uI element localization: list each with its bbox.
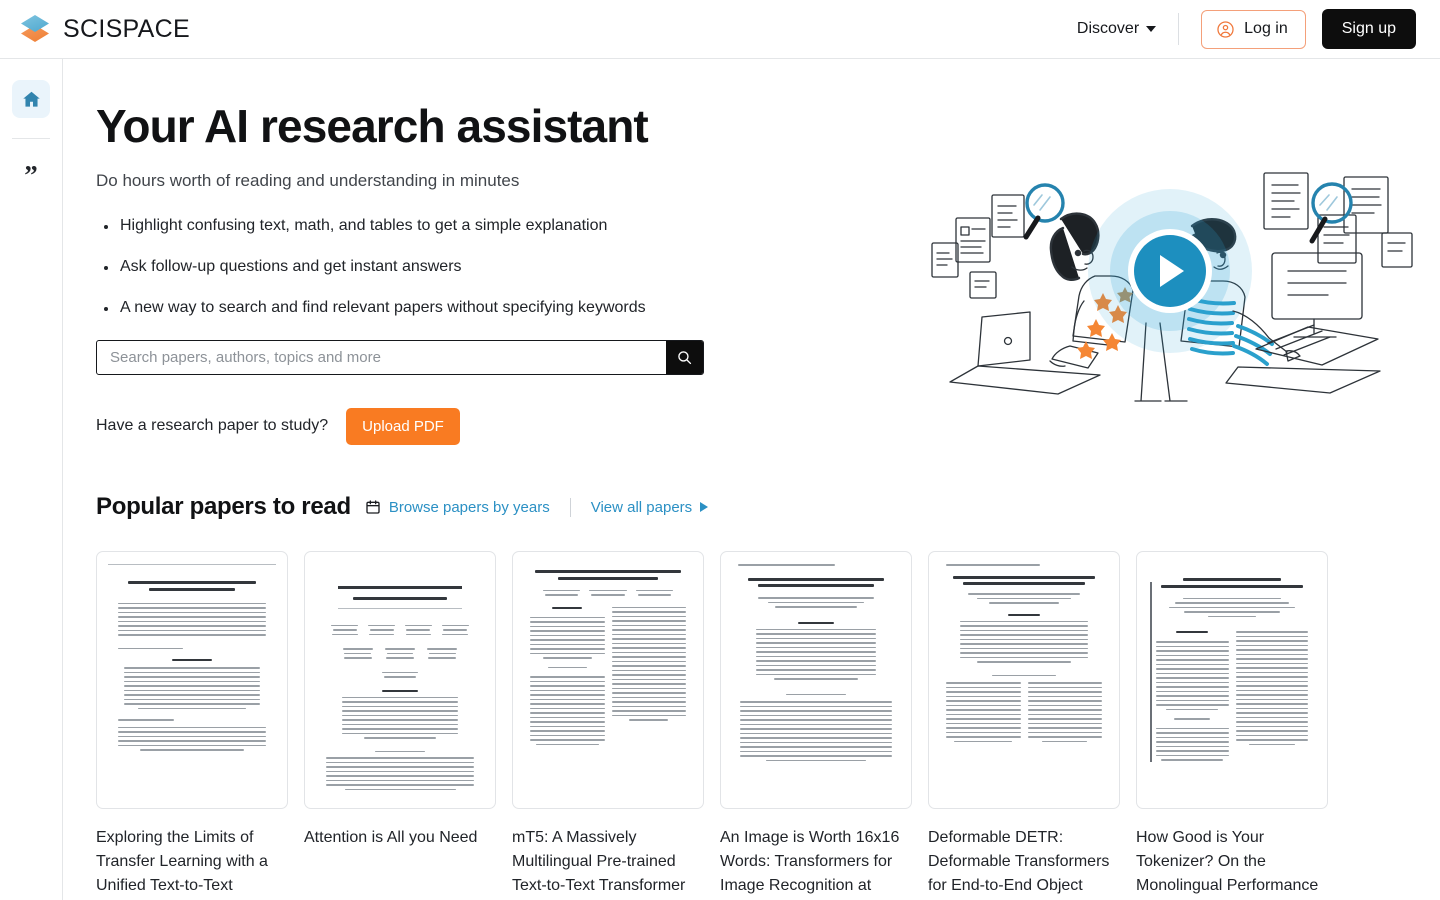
view-all-papers-label: View all papers: [590, 498, 693, 516]
paper-thumbnail: [1136, 551, 1328, 809]
header-divider: [1178, 13, 1180, 45]
sidebar-divider: [12, 138, 50, 139]
paper-title: Exploring the Limits of Transfer Learnin…: [96, 829, 268, 894]
upload-pdf-button[interactable]: Upload PDF: [346, 407, 460, 445]
brand-name: SCISPACE: [63, 14, 190, 43]
main-content: Your AI research assistant Do hours wort…: [64, 59, 1440, 900]
research-assistant-illustration[interactable]: [920, 171, 1420, 406]
page-title: Your AI research assistant: [96, 100, 649, 152]
search-icon: [678, 350, 692, 364]
paper-title: Deformable DETR: Deformable Transformers…: [928, 829, 1110, 894]
paper-title: How Good is Your Tokenizer? On the Monol…: [1136, 829, 1319, 894]
quote-icon: ”: [24, 159, 38, 190]
popular-header-divider: [569, 497, 571, 517]
paper-card[interactable]: mT5: A Massively Multilingual Pre-traine…: [512, 551, 704, 898]
search-bar: [96, 339, 704, 375]
calendar-icon: [366, 500, 380, 514]
view-all-papers-link[interactable]: View all papers: [590, 498, 709, 516]
header-actions: Discover Log in Sign up: [1077, 9, 1416, 49]
sidebar-item-home[interactable]: [12, 80, 50, 118]
upload-question: Have a research paper to study?: [96, 417, 329, 435]
login-label: Log in: [1244, 20, 1288, 37]
paper-title: Attention is All you Need: [304, 829, 478, 846]
app-header: SCISPACE Discover Log in Sign up: [0, 0, 1440, 59]
user-circle-icon: [1217, 20, 1234, 38]
chevron-down-icon: [1146, 26, 1157, 32]
home-icon: [22, 91, 40, 107]
paper-card[interactable]: Exploring the Limits of Transfer Learnin…: [96, 551, 288, 898]
sidebar-item-citations[interactable]: ”: [12, 159, 50, 197]
search-row: [96, 339, 704, 375]
section-title: Popular papers to read: [96, 493, 351, 520]
search-input[interactable]: [97, 340, 666, 374]
paper-card[interactable]: An Image is Worth 16x16 Words: Transform…: [720, 551, 912, 898]
hero-section: Your AI research assistant Do hours wort…: [64, 59, 1440, 445]
paper-card-list: Exploring the Limits of Transfer Learnin…: [96, 551, 1440, 898]
paper-card[interactable]: Attention is All you Need: [304, 551, 496, 898]
paper-thumbnail: [304, 551, 496, 809]
browse-by-years-link[interactable]: Browse papers by years: [365, 499, 550, 516]
paper-thumbnail: [512, 551, 704, 809]
paper-card[interactable]: Deformable DETR: Deformable Transformers…: [928, 551, 1120, 898]
login-button[interactable]: Log in: [1201, 9, 1306, 49]
signup-button[interactable]: Sign up: [1321, 9, 1416, 49]
paper-thumbnail: [96, 551, 288, 809]
play-triangle-icon: [700, 502, 709, 512]
browse-by-years-label: Browse papers by years: [388, 498, 550, 516]
brand-logo[interactable]: SCISPACE: [18, 12, 190, 46]
paper-title: An Image is Worth 16x16 Words: Transform…: [720, 829, 900, 894]
popular-header: Popular papers to read Browse papers by …: [96, 493, 1440, 521]
paper-thumbnail: [928, 551, 1120, 809]
paper-thumbnail: [720, 551, 912, 809]
upload-row: Have a research paper to study? Upload P…: [96, 407, 1440, 445]
left-sidebar: ”: [0, 59, 63, 900]
discover-label: Discover: [1076, 20, 1140, 37]
paper-title: mT5: A Massively Multilingual Pre-traine…: [512, 829, 686, 894]
discover-menu[interactable]: Discover: [1077, 20, 1178, 38]
search-submit-button[interactable]: [666, 340, 703, 374]
paper-card[interactable]: How Good is Your Tokenizer? On the Monol…: [1136, 551, 1328, 898]
popular-papers-section: Popular papers to read Browse papers by …: [96, 493, 1440, 898]
stacked-diamonds-logo: [18, 12, 52, 46]
